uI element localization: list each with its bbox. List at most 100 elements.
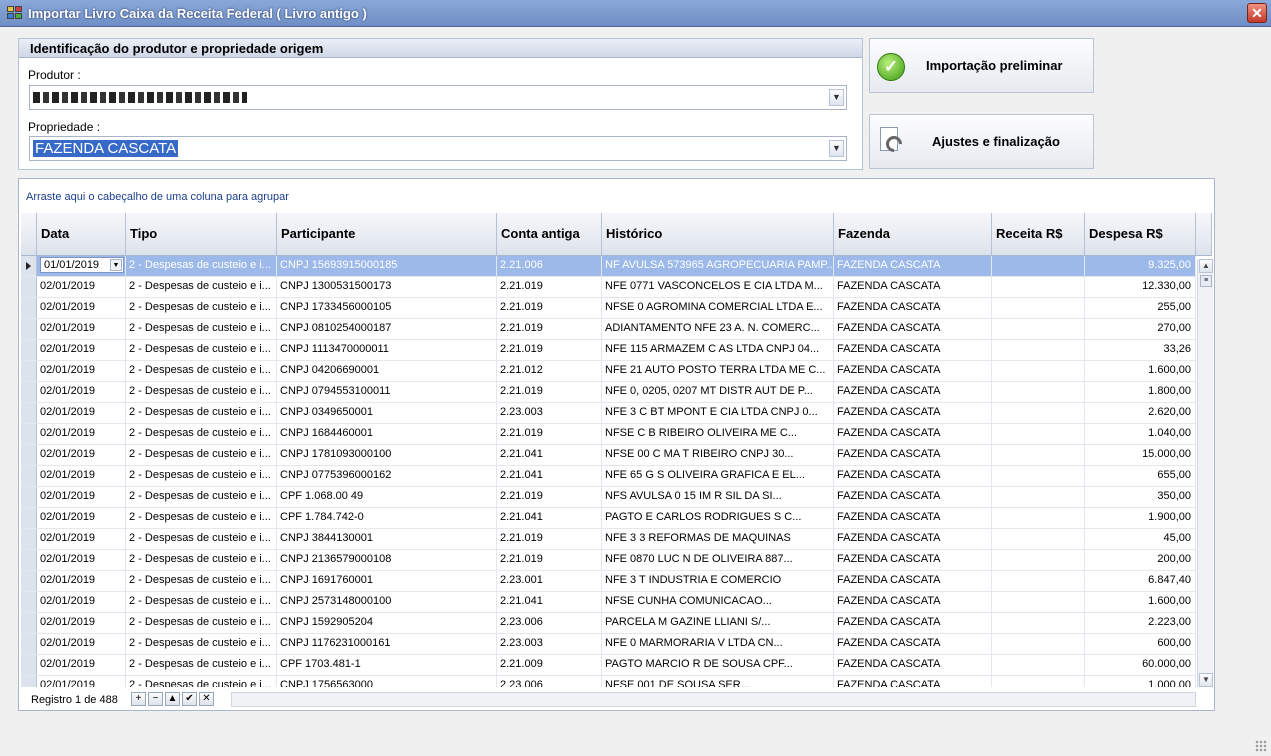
cell-fazenda[interactable]: FAZENDA CASCATA <box>834 277 992 297</box>
cell-historico[interactable]: PAGTO MARCIO R DE SOUSA CPF... <box>602 655 834 675</box>
table-row[interactable]: 02/01/2019 2 - Despesas de custeio e i...… <box>21 298 1196 319</box>
cell-fazenda[interactable]: FAZENDA CASCATA <box>834 529 992 549</box>
cell-fazenda[interactable]: FAZENDA CASCATA <box>834 382 992 402</box>
cell-historico[interactable]: PARCELA M GAZINE LLIANI S/... <box>602 613 834 633</box>
cell-conta-antiga[interactable]: 2.23.006 <box>497 676 602 687</box>
cell-participante[interactable]: CNPJ 0810254000187 <box>277 319 497 339</box>
cell-fazenda[interactable]: FAZENDA CASCATA <box>834 319 992 339</box>
edit-record-button[interactable]: ▲ <box>165 692 180 706</box>
cell-data[interactable]: 02/01/2019 <box>37 529 126 549</box>
remove-record-button[interactable]: − <box>148 692 163 706</box>
table-row[interactable]: 02/01/2019 2 - Despesas de custeio e i...… <box>21 571 1196 592</box>
cell-despesa[interactable]: 350,00 <box>1085 487 1196 507</box>
cell-data[interactable]: 02/01/2019 <box>37 277 126 297</box>
cell-conta-antiga[interactable]: 2.23.003 <box>497 634 602 654</box>
cell-participante[interactable]: CNPJ 1781093000100 <box>277 445 497 465</box>
row-indicator[interactable] <box>21 487 37 507</box>
row-indicator[interactable] <box>21 508 37 528</box>
cell-receita[interactable] <box>992 487 1085 507</box>
cell-tipo[interactable]: 2 - Despesas de custeio e i... <box>126 529 277 549</box>
cell-data[interactable]: 01/01/2019 ▼ <box>37 256 126 276</box>
cell-historico[interactable]: NFSE 0 AGROMINA COMERCIAL LTDA E... <box>602 298 834 318</box>
row-indicator[interactable] <box>21 382 37 402</box>
cell-despesa[interactable]: 200,00 <box>1085 550 1196 570</box>
row-indicator[interactable] <box>21 571 37 591</box>
row-indicator[interactable] <box>21 340 37 360</box>
close-button[interactable]: ✕ <box>1247 3 1267 23</box>
cell-tipo[interactable]: 2 - Despesas de custeio e i... <box>126 277 277 297</box>
cell-despesa[interactable]: 45,00 <box>1085 529 1196 549</box>
cell-receita[interactable] <box>992 382 1085 402</box>
cell-data[interactable]: 02/01/2019 <box>37 361 126 381</box>
row-indicator[interactable] <box>21 361 37 381</box>
save-record-button[interactable]: ✔ <box>182 692 197 706</box>
cell-historico[interactable]: NFS AVULSA 0 15 IM R SIL DA SI... <box>602 487 834 507</box>
cell-receita[interactable] <box>992 424 1085 444</box>
group-by-hint[interactable]: Arraste aqui o cabeçalho de uma coluna p… <box>26 191 289 203</box>
cell-conta-antiga[interactable]: 2.23.003 <box>497 403 602 423</box>
row-indicator[interactable] <box>21 298 37 318</box>
cell-participante[interactable]: CPF 1.068.00 49 <box>277 487 497 507</box>
cell-despesa[interactable]: 60.000,00 <box>1085 655 1196 675</box>
cell-despesa[interactable]: 600,00 <box>1085 634 1196 654</box>
cell-data[interactable]: 02/01/2019 <box>37 487 126 507</box>
cell-tipo[interactable]: 2 - Despesas de custeio e i... <box>126 508 277 528</box>
cell-historico[interactable]: NFE 0 MARMORARIA V LTDA CN... <box>602 634 834 654</box>
preliminary-import-button[interactable]: ✓ Importação preliminar <box>869 38 1094 93</box>
cell-fazenda[interactable]: FAZENDA CASCATA <box>834 340 992 360</box>
cell-conta-antiga[interactable]: 2.21.019 <box>497 550 602 570</box>
cell-receita[interactable] <box>992 571 1085 591</box>
cell-historico[interactable]: NFSE 00 C MA T RIBEIRO CNPJ 30... <box>602 445 834 465</box>
cell-historico[interactable]: ADIANTAMENTO NFE 23 A. N. COMERC... <box>602 319 834 339</box>
table-row[interactable]: 02/01/2019 2 - Despesas de custeio e i...… <box>21 445 1196 466</box>
cell-fazenda[interactable]: FAZENDA CASCATA <box>834 403 992 423</box>
cell-participante[interactable]: CNPJ 3844130001 <box>277 529 497 549</box>
cell-despesa[interactable]: 9.325,00 <box>1085 256 1196 276</box>
cell-receita[interactable] <box>992 256 1085 276</box>
cell-receita[interactable] <box>992 613 1085 633</box>
cell-receita[interactable] <box>992 340 1085 360</box>
cell-tipo[interactable]: 2 - Despesas de custeio e i... <box>126 382 277 402</box>
cell-participante[interactable]: CPF 1.784.742-0 <box>277 508 497 528</box>
cell-conta-antiga[interactable]: 2.23.006 <box>497 613 602 633</box>
table-row[interactable]: 02/01/2019 2 - Despesas de custeio e i...… <box>21 655 1196 676</box>
cell-despesa[interactable]: 33,26 <box>1085 340 1196 360</box>
cell-tipo[interactable]: 2 - Despesas de custeio e i... <box>126 256 277 276</box>
column-header-data[interactable]: Data <box>37 213 126 256</box>
cell-fazenda[interactable]: FAZENDA CASCATA <box>834 613 992 633</box>
cell-participante[interactable]: CNPJ 2136579000108 <box>277 550 497 570</box>
cell-historico[interactable]: NFSE 001 DE SOUSA SER... <box>602 676 834 687</box>
cell-fazenda[interactable]: FAZENDA CASCATA <box>834 655 992 675</box>
column-header-receita[interactable]: Receita R$ <box>992 213 1085 256</box>
row-indicator[interactable] <box>21 613 37 633</box>
cell-historico[interactable]: PAGTO E CARLOS RODRIGUES S C... <box>602 508 834 528</box>
cell-participante[interactable]: CNPJ 1592905204 <box>277 613 497 633</box>
cell-conta-antiga[interactable]: 2.21.019 <box>497 298 602 318</box>
column-header-historico[interactable]: Histórico <box>602 213 834 256</box>
table-row[interactable]: 02/01/2019 2 - Despesas de custeio e i...… <box>21 529 1196 550</box>
cell-tipo[interactable]: 2 - Despesas de custeio e i... <box>126 340 277 360</box>
cell-despesa[interactable]: 2.620,00 <box>1085 403 1196 423</box>
cell-participante[interactable]: CNPJ 15693915000185 <box>277 256 497 276</box>
cell-fazenda[interactable]: FAZENDA CASCATA <box>834 445 992 465</box>
table-row[interactable]: 02/01/2019 2 - Despesas de custeio e i...… <box>21 424 1196 445</box>
cell-participante[interactable]: CNPJ 1756563000 <box>277 676 497 687</box>
row-indicator[interactable] <box>21 550 37 570</box>
cell-conta-antiga[interactable]: 2.21.012 <box>497 361 602 381</box>
table-row[interactable]: 02/01/2019 2 - Despesas de custeio e i...… <box>21 403 1196 424</box>
column-header-tipo[interactable]: Tipo <box>126 213 277 256</box>
table-row[interactable]: 02/01/2019 2 - Despesas de custeio e i...… <box>21 361 1196 382</box>
row-indicator[interactable] <box>21 529 37 549</box>
add-record-button[interactable]: + <box>131 692 146 706</box>
cell-despesa[interactable]: 6.847,40 <box>1085 571 1196 591</box>
cell-data[interactable]: 02/01/2019 <box>37 445 126 465</box>
row-indicator[interactable] <box>21 277 37 297</box>
cell-fazenda[interactable]: FAZENDA CASCATA <box>834 634 992 654</box>
cell-receita[interactable] <box>992 634 1085 654</box>
cell-fazenda[interactable]: FAZENDA CASCATA <box>834 466 992 486</box>
column-header-fazenda[interactable]: Fazenda <box>834 213 992 256</box>
cell-tipo[interactable]: 2 - Despesas de custeio e i... <box>126 403 277 423</box>
cell-conta-antiga[interactable]: 2.21.019 <box>497 277 602 297</box>
cell-participante[interactable]: CNPJ 04206690001 <box>277 361 497 381</box>
cell-receita[interactable] <box>992 277 1085 297</box>
